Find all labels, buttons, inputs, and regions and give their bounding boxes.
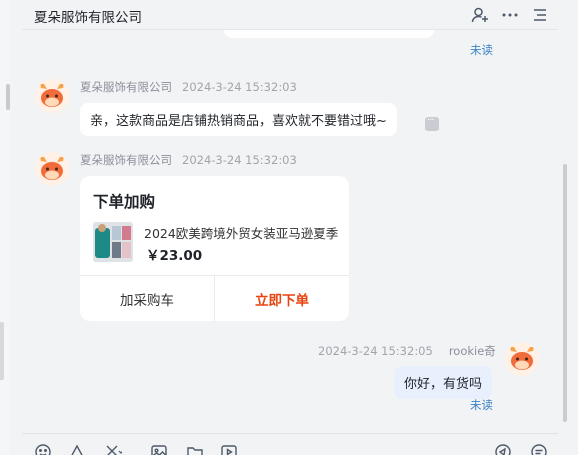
message-list[interactable]: 未读 夏朵服饰有限公司 2024-3-24 15:32:03 亲，这款商品是店铺热… <box>22 30 562 432</box>
message-text: 亲，这款商品是店铺热销商品，喜欢就不要错过哦~ <box>90 114 387 129</box>
left-scroll-thumb[interactable] <box>6 84 10 110</box>
message-meta: 夏朵服饰有限公司 2024-3-24 15:32:03 <box>80 79 297 95</box>
menu-icon[interactable] <box>530 5 550 25</box>
previous-read-status: 未读 <box>470 43 493 57</box>
message-time: 2024-3-24 15:32:03 <box>182 153 297 167</box>
sender-name: rookie奇 <box>448 344 496 358</box>
shape-icon[interactable] <box>68 443 90 455</box>
emoji-icon[interactable] <box>34 443 56 455</box>
sender-name: 夏朵服饰有限公司 <box>80 153 172 167</box>
buy-now-button[interactable]: 立即下单 <box>215 276 349 321</box>
message-bubble[interactable]: 亲，这款商品是店铺热销商品，喜欢就不要错过哦~ <box>80 103 397 136</box>
folder-icon[interactable] <box>186 443 208 455</box>
chat-title: 夏朵服饰有限公司 <box>34 10 142 26</box>
shop-avatar[interactable] <box>35 79 69 113</box>
sender-name: 夏朵服饰有限公司 <box>80 80 172 94</box>
chat-scrollbar[interactable] <box>560 30 570 432</box>
input-toolbar <box>22 433 558 455</box>
chat-header: 夏朵服饰有限公司 <box>22 0 558 30</box>
left-collapse-tab[interactable] <box>0 322 4 380</box>
more-icon[interactable] <box>500 5 520 25</box>
message-meta: 2024-3-24 15:32:05 rookie奇 <box>318 343 496 359</box>
add-user-icon[interactable] <box>470 5 490 25</box>
previous-message-bubble <box>224 30 434 38</box>
order-card: 下单加购 2024欧美跨境外贸女装亚马逊夏季 ￥23.00 加采购车 立即下单 <box>80 176 349 321</box>
message-text: 你好，有货吗 <box>404 377 483 392</box>
my-message-bubble[interactable]: 你好，有货吗 <box>394 366 493 399</box>
scissors-icon[interactable] <box>104 443 126 455</box>
shop-avatar[interactable] <box>35 152 69 186</box>
product-name[interactable]: 2024欧美跨境外贸女装亚马逊夏季 <box>144 223 340 242</box>
history-icon[interactable] <box>530 443 552 455</box>
send-icon[interactable] <box>494 443 516 455</box>
message-more-icon[interactable] <box>425 115 439 131</box>
message-meta: 夏朵服饰有限公司 2024-3-24 15:32:03 <box>80 152 297 168</box>
message-time: 2024-3-24 15:32:05 <box>318 344 433 358</box>
card-title: 下单加购 <box>93 193 156 211</box>
product-price: ￥23.00 <box>146 248 203 264</box>
message-time: 2024-3-24 15:32:03 <box>182 80 297 94</box>
image-icon[interactable] <box>150 443 172 455</box>
left-rail <box>0 0 10 455</box>
message-read-status: 未读 <box>470 398 493 412</box>
user-avatar[interactable] <box>505 342 539 376</box>
add-to-cart-button[interactable]: 加采购车 <box>80 276 214 321</box>
chat-scrollbar-thumb[interactable] <box>563 164 567 422</box>
video-icon[interactable] <box>220 443 242 455</box>
product-thumbnail[interactable] <box>93 222 133 262</box>
